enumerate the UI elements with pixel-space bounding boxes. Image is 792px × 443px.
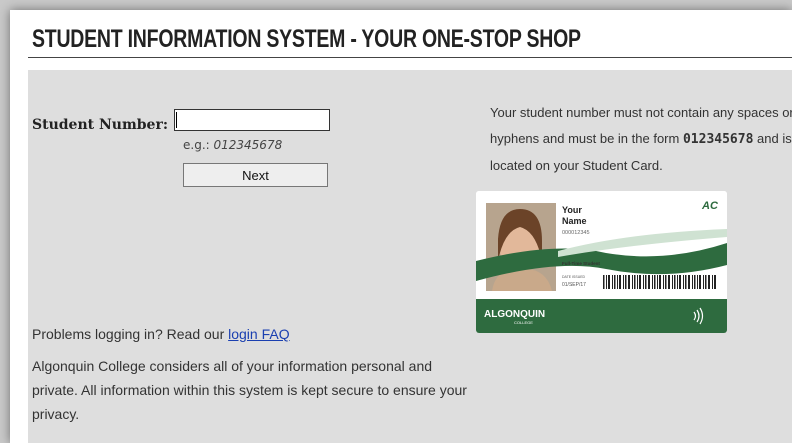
login-faq-link[interactable]: login FAQ <box>228 326 289 342</box>
header-divider <box>28 57 792 58</box>
info-format-example: 012345678 <box>682 132 754 147</box>
card-corner-logo: AC <box>701 200 719 212</box>
card-name-line1: Your <box>562 205 582 215</box>
next-button[interactable]: Next <box>183 163 328 187</box>
student-card-image: Your Name 000012345 AC Full-Time Student… <box>476 191 727 333</box>
card-name-line2: Name <box>562 216 587 226</box>
page-frame: STUDENT INFORMATION SYSTEM - YOUR ONE-ST… <box>10 10 792 443</box>
page-header: STUDENT INFORMATION SYSTEM - YOUR ONE-ST… <box>10 10 792 68</box>
card-date-value: 01/SEP/17 <box>562 282 586 288</box>
card-date-label: DATE ISSUED <box>562 275 586 279</box>
example-value: 012345678 <box>213 138 283 152</box>
content-panel: Student Number: e.g.: 012345678 Next You… <box>28 70 792 443</box>
card-status: Full-Time Student <box>562 261 600 266</box>
login-problems-text: Problems logging in? Read our login FAQ <box>32 326 290 342</box>
student-number-example: e.g.: 012345678 <box>183 138 282 152</box>
example-prefix: e.g.: <box>183 138 210 152</box>
page-title: STUDENT INFORMATION SYSTEM - YOUR ONE-ST… <box>32 25 581 53</box>
privacy-notice: Algonquin College considers all of your … <box>32 358 467 422</box>
student-number-info: Your student number must not contain any… <box>490 100 792 179</box>
student-number-label: Student Number: <box>32 117 169 133</box>
text-caret <box>176 112 177 128</box>
barcode <box>602 275 718 289</box>
problems-text: Problems logging in? Read our <box>32 326 225 342</box>
card-logo-text: ALGONQUIN <box>484 309 545 320</box>
card-logo-subtext: COLLEGE <box>514 320 533 325</box>
card-number: 000012345 <box>562 230 590 236</box>
student-number-input[interactable] <box>174 109 330 131</box>
student-card-graphic: Your Name 000012345 AC Full-Time Student… <box>476 191 727 333</box>
